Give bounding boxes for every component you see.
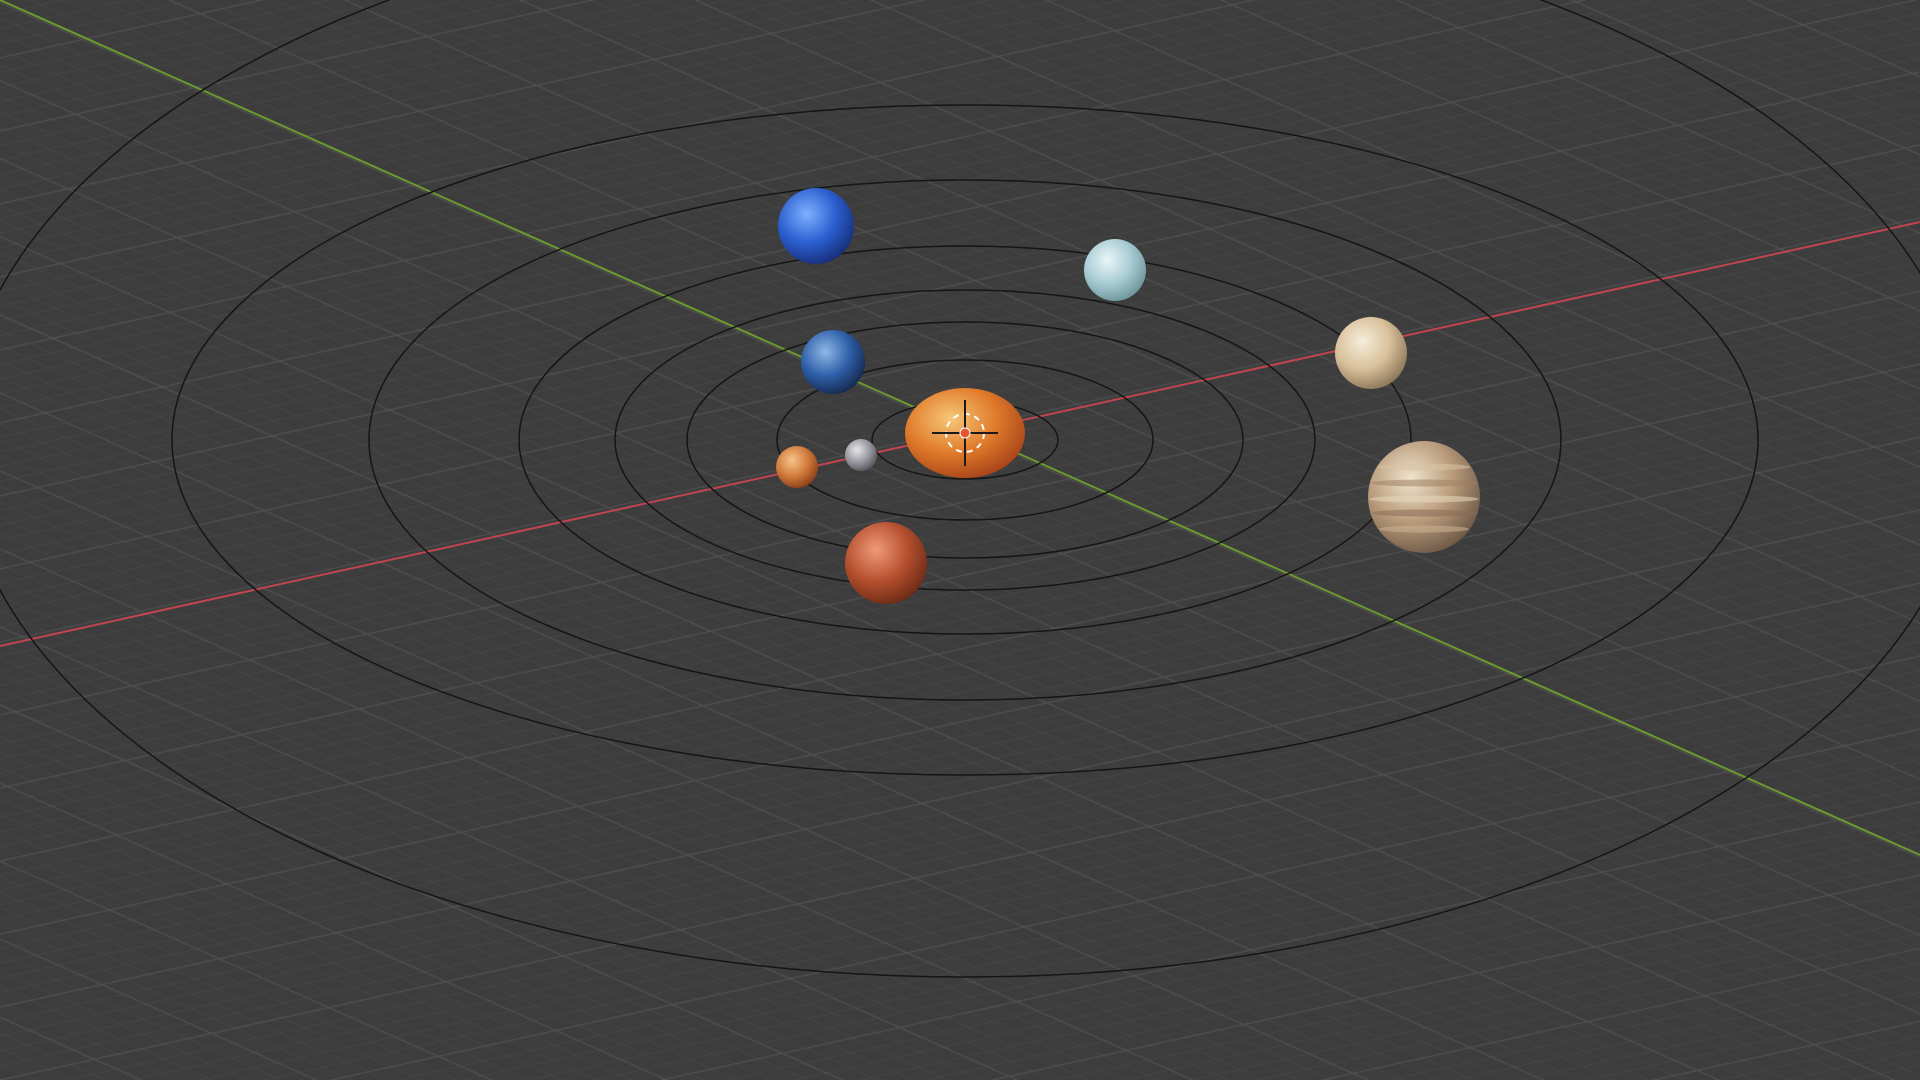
jupiter-band bbox=[1369, 495, 1479, 503]
earth-sphere-icon[interactable] bbox=[801, 330, 865, 394]
jupiter-band bbox=[1377, 463, 1471, 471]
venus-sphere-icon[interactable] bbox=[776, 446, 818, 488]
orbit-rings bbox=[0, 0, 1920, 978]
3d-cursor-center bbox=[959, 427, 971, 439]
uranus-sphere-icon[interactable] bbox=[1084, 239, 1146, 301]
mercury-sphere-icon[interactable] bbox=[845, 439, 877, 471]
orbit-ring bbox=[0, 0, 1920, 978]
mars-sphere-icon[interactable] bbox=[845, 522, 927, 604]
sun[interactable] bbox=[905, 388, 1025, 478]
jupiter-band bbox=[1370, 479, 1478, 487]
saturn-sphere-icon[interactable] bbox=[1335, 317, 1407, 389]
neptune-sphere-icon[interactable] bbox=[778, 188, 854, 264]
jupiter-band bbox=[1371, 509, 1477, 517]
jupiter-band bbox=[1378, 525, 1470, 533]
scene-objects[interactable] bbox=[0, 0, 1920, 1080]
3d-viewport[interactable] bbox=[0, 0, 1920, 1080]
